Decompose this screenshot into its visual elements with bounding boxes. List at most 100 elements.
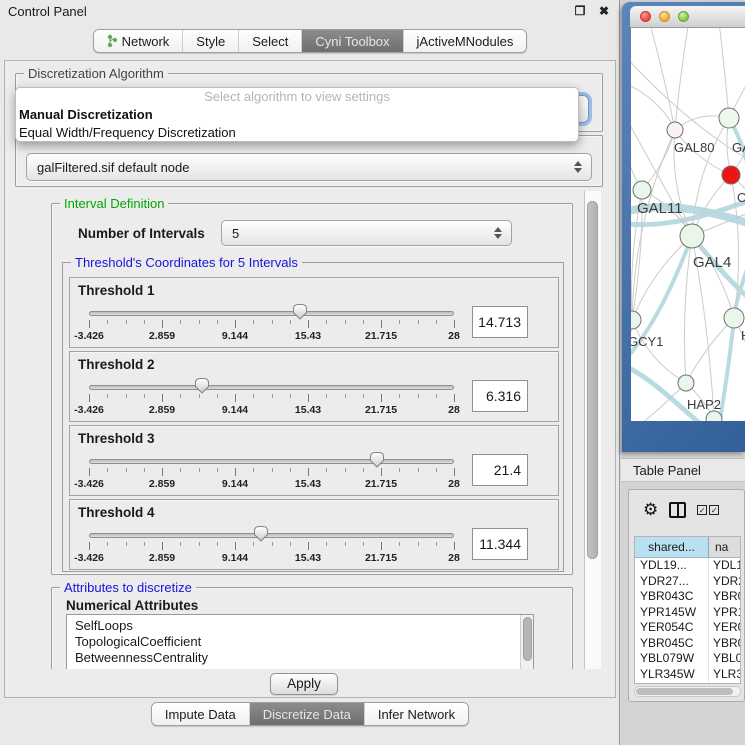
slider-tick-labels: -3.4262.8599.14415.4321.71528 [89, 478, 454, 490]
node-label-ga: GA [732, 140, 745, 155]
dropdown-hint: Select algorithm to view settings [16, 88, 578, 106]
table-row[interactable]: YPR145WYPR1 [635, 605, 740, 621]
cell-name: YPR1 [709, 605, 740, 621]
table-horizontal-scrollbar[interactable] [634, 686, 741, 697]
network-edge[interactable] [684, 236, 692, 383]
group-title: Attributes to discretize [60, 580, 196, 595]
tab-cyni-toolbox[interactable]: Cyni Toolbox [301, 30, 402, 52]
network-node-red[interactable] [722, 166, 740, 184]
apply-button[interactable]: Apply [270, 673, 338, 695]
table-header-row[interactable]: shared... na [635, 537, 740, 558]
cell-name: YLR3 [709, 667, 740, 683]
split-columns-icon[interactable] [669, 502, 686, 518]
slider-tick-labels: -3.4262.8599.14415.4321.71528 [89, 330, 454, 342]
tick-label: 15.43 [295, 330, 321, 342]
group-title: Discretization Algorithm [24, 66, 168, 81]
network-edge[interactable] [642, 130, 675, 190]
select-columns-icon[interactable]: ✓✓ [697, 505, 719, 515]
attribute-list-item[interactable]: TopologicalCoefficient [67, 634, 533, 650]
table-data-combobox[interactable]: galFiltered.sif default node [26, 153, 592, 181]
network-canvas[interactable]: GAL80GACGAL11GAL4GCY1HHAP2 [631, 28, 745, 421]
numerical-attributes-list[interactable]: SelfLoopsTopologicalCoefficientBetweenne… [66, 614, 534, 669]
table-row[interactable]: YBL079WYBL0 [635, 651, 740, 667]
attribute-list-item[interactable]: SelfLoops [67, 618, 533, 634]
scrollbar-thumb[interactable] [587, 201, 598, 559]
cell-shared-name: YER054C [635, 620, 709, 636]
table-row[interactable]: YBR045CYBR0 [635, 636, 740, 652]
tick-label: 21.715 [365, 330, 397, 342]
tick-label: 2.859 [149, 552, 175, 564]
attributes-list-scrollbar[interactable] [520, 615, 533, 669]
network-node-hap2[interactable] [678, 375, 694, 391]
mac-close-icon[interactable] [640, 11, 651, 22]
tick-label: 15.43 [295, 552, 321, 564]
threshold-value-field[interactable]: 6.316 [472, 380, 528, 412]
slider-track[interactable] [89, 385, 454, 390]
mac-minimize-icon[interactable] [659, 11, 670, 22]
network-node-h[interactable] [724, 308, 744, 328]
attributes-group: Attributes to discretize Numerical Attri… [51, 587, 573, 669]
cell-name: YBR0 [709, 589, 740, 605]
dropdown-item-manual-discretization[interactable]: Manual Discretization [16, 106, 578, 124]
network-node-ga[interactable] [719, 108, 739, 128]
control-panel-titlebar: Control Panel ❐ ✖ [0, 0, 619, 22]
threshold-value-field[interactable]: 21.4 [472, 454, 528, 486]
tab-jactivemnodules[interactable]: jActiveMNodules [403, 30, 527, 52]
tab-select[interactable]: Select [238, 30, 301, 52]
table-row[interactable]: YDR27...YDR2 [635, 574, 740, 590]
tab-label: jActiveMNodules [417, 34, 514, 49]
mac-zoom-icon[interactable] [678, 11, 689, 22]
table-row[interactable]: YLR345WYLR3 [635, 667, 740, 683]
bottom-tab-impute-data[interactable]: Impute Data [152, 703, 249, 725]
column-header-name[interactable]: na [709, 537, 740, 557]
slider-thumb[interactable] [369, 451, 385, 468]
slider-thumb[interactable] [253, 525, 269, 542]
table-row[interactable]: YER054CYER0 [635, 620, 740, 636]
network-node-gal11[interactable] [633, 181, 651, 199]
table-row[interactable]: YBR043CYBR0 [635, 589, 740, 605]
table-row[interactable]: YIL052CYIL0 [635, 682, 740, 684]
slider-thumb[interactable] [194, 377, 210, 394]
column-header-shared-name[interactable]: shared... [635, 537, 709, 557]
tab-label: Select [252, 34, 288, 49]
tick-label: 28 [448, 404, 460, 416]
network-node-gcy1[interactable] [631, 311, 641, 329]
attribute-list-item[interactable]: BetweennessCentrality [67, 650, 533, 666]
float-window-icon[interactable]: ❐ [571, 3, 589, 19]
threshold-value-field[interactable]: 14.713 [472, 306, 528, 338]
threshold-box-3: Threshold 3-3.4262.8599.14415.4321.71528… [69, 425, 559, 496]
network-node-gal80[interactable] [667, 122, 683, 138]
scrollbar-thumb[interactable] [636, 688, 733, 695]
bottom-tab-bar: Impute Data Discretize Data Infer Network [0, 702, 620, 726]
slider-track[interactable] [89, 533, 454, 538]
table-panel-titlebar: Table Panel [621, 458, 745, 482]
node-label-gcy1: GCY1 [631, 334, 663, 349]
network-window-titlebar[interactable] [630, 6, 745, 28]
network-node-gal4[interactable] [680, 224, 704, 248]
close-panel-icon[interactable]: ✖ [595, 3, 613, 19]
threshold-label: Threshold 2 [78, 357, 155, 372]
slider-track[interactable] [89, 459, 454, 464]
tab-network[interactable]: Network [94, 30, 183, 52]
gear-icon[interactable]: ⚙ [643, 501, 658, 519]
cell-name: YBR0 [709, 636, 740, 652]
tab-style[interactable]: Style [182, 30, 238, 52]
combo-spinner-icon [493, 227, 502, 239]
slider-thumb[interactable] [292, 303, 308, 320]
bottom-tab-discretize-data[interactable]: Discretize Data [249, 703, 364, 725]
tab-label: Discretize Data [263, 707, 351, 722]
node-label-gal80: GAL80 [674, 140, 714, 155]
table-row[interactable]: YDL19...YDL1 [635, 558, 740, 574]
tick-label: -3.426 [74, 330, 104, 342]
settings-scrollbar[interactable] [584, 191, 601, 669]
threshold-value-field[interactable]: 11.344 [472, 528, 528, 560]
bottom-tab-infer-network[interactable]: Infer Network [364, 703, 468, 725]
node-attribute-table[interactable]: shared... na YDL19...YDL1YDR27...YDR2YBR… [634, 536, 741, 684]
threshold-box-2: Threshold 2-3.4262.8599.14415.4321.71528… [69, 351, 559, 422]
dropdown-item-equal-width-frequency-discretization[interactable]: Equal Width/Frequency Discretization [16, 124, 578, 142]
number-of-intervals-combobox[interactable]: 5 [221, 220, 512, 246]
control-panel-title: Control Panel [8, 4, 571, 19]
slider-track[interactable] [89, 311, 454, 316]
slider-ticks [89, 542, 454, 551]
slider-ticks [89, 468, 454, 477]
